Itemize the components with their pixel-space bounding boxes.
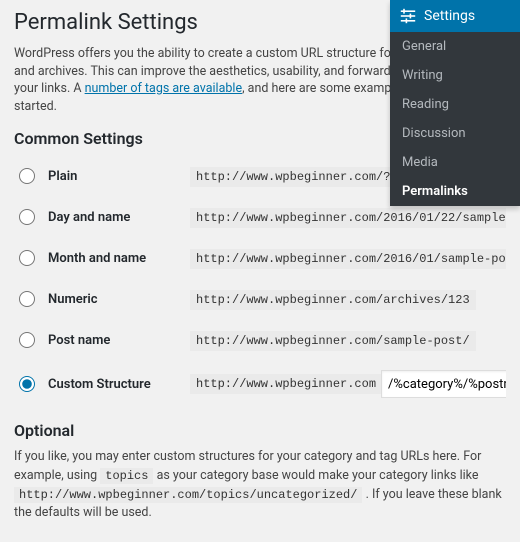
settings-item-writing[interactable]: Writing <box>390 61 520 90</box>
label-plain[interactable]: Plain <box>48 169 180 184</box>
settings-item-discussion[interactable]: Discussion <box>390 119 520 148</box>
settings-item-reading[interactable]: Reading <box>390 90 520 119</box>
radio-monthname[interactable] <box>19 250 35 266</box>
optional-description: If you like, you may enter custom struct… <box>14 448 506 523</box>
label-custom[interactable]: Custom Structure <box>48 377 180 392</box>
settings-item-permalinks[interactable]: Permalinks <box>390 177 520 206</box>
settings-item-media[interactable]: Media <box>390 148 520 177</box>
option-row-custom: Custom Structure http://www.wpbeginner.c… <box>14 361 506 407</box>
opt-desc-code2: http://www.wpbeginner.com/topics/uncateg… <box>14 487 362 503</box>
label-postname[interactable]: Post name <box>48 333 180 348</box>
label-numeric[interactable]: Numeric <box>48 292 180 307</box>
tags-available-link[interactable]: number of tags are available <box>85 81 242 96</box>
custom-structure-input[interactable] <box>381 370 506 398</box>
example-numeric: http://www.wpbeginner.com/archives/123 <box>190 290 476 310</box>
option-row-postname: Post name http://www.wpbeginner.com/samp… <box>14 320 506 361</box>
settings-header-label: Settings <box>424 8 475 24</box>
radio-postname[interactable] <box>19 332 35 348</box>
radio-plain[interactable] <box>19 168 35 184</box>
settings-sliders-icon <box>400 8 416 24</box>
heading-optional: Optional <box>14 421 506 440</box>
option-row-monthname: Month and name http://www.wpbeginner.com… <box>14 238 506 279</box>
option-row-numeric: Numeric http://www.wpbeginner.com/archiv… <box>14 279 506 320</box>
example-postname: http://www.wpbeginner.com/sample-post/ <box>190 331 476 351</box>
radio-custom[interactable] <box>19 376 35 392</box>
opt-desc-code1: topics <box>100 468 153 484</box>
example-monthname: http://www.wpbeginner.com/2016/01/sample… <box>190 249 506 269</box>
label-dayname[interactable]: Day and name <box>48 210 180 225</box>
opt-desc-mid: as your category base would make your ca… <box>153 468 478 483</box>
field-row-category-base: Category base <box>14 537 506 542</box>
settings-header[interactable]: Settings <box>390 0 520 32</box>
settings-menu: General Writing Reading Discussion Media… <box>390 32 520 206</box>
label-monthname[interactable]: Month and name <box>48 251 180 266</box>
radio-numeric[interactable] <box>19 291 35 307</box>
example-dayname: http://www.wpbeginner.com/2016/01/22/sam… <box>190 208 506 228</box>
radio-dayname[interactable] <box>19 209 35 225</box>
settings-item-general[interactable]: General <box>390 32 520 61</box>
custom-prefix: http://www.wpbeginner.com <box>190 374 382 394</box>
settings-flyout: Settings General Writing Reading Discuss… <box>390 0 520 206</box>
